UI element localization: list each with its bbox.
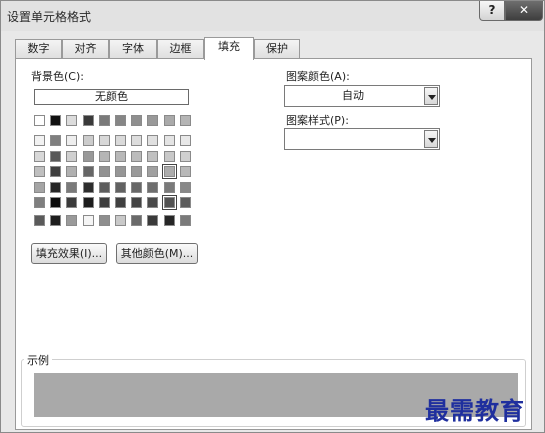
tint-swatch[interactable] <box>163 151 175 162</box>
tint-swatch[interactable] <box>66 182 78 193</box>
tint-swatch[interactable] <box>179 197 191 208</box>
fill-panel: 背景色(C): 无颜色 填充效果(I)... 其他颜色(M)... 图案颜色(A… <box>15 58 532 430</box>
tint-swatch[interactable] <box>131 197 143 208</box>
tint-swatch[interactable] <box>179 166 191 177</box>
tint-swatch[interactable] <box>66 151 78 162</box>
tint-swatch[interactable] <box>179 151 191 162</box>
tint-swatch[interactable] <box>179 135 191 146</box>
background-color-label: 背景色(C): <box>31 70 84 83</box>
tint-swatch[interactable] <box>82 135 94 146</box>
standard-swatch[interactable] <box>66 215 78 226</box>
standard-swatch[interactable] <box>131 215 143 226</box>
tab-font[interactable]: 字体 <box>109 39 157 59</box>
pattern-style-dropdown[interactable] <box>284 128 440 150</box>
tint-swatch[interactable] <box>34 135 45 146</box>
tint-swatch[interactable] <box>161 164 177 179</box>
tint-swatch[interactable] <box>50 182 62 193</box>
tint-swatch[interactable] <box>98 166 110 177</box>
standard-swatch[interactable] <box>98 215 110 226</box>
tint-swatch[interactable] <box>82 166 94 177</box>
pattern-color-dropdown[interactable]: 自动 <box>284 85 440 107</box>
tint-swatch[interactable] <box>50 197 62 208</box>
tint-swatch[interactable] <box>131 135 143 146</box>
standard-swatch[interactable] <box>179 215 191 226</box>
tint-swatch[interactable] <box>34 151 45 162</box>
standard-swatch[interactable] <box>50 215 62 226</box>
theme-swatch[interactable] <box>66 115 78 126</box>
theme-swatch[interactable] <box>50 115 62 126</box>
sample-label: 示例 <box>24 352 52 368</box>
theme-swatch[interactable] <box>98 115 110 126</box>
tab-protection[interactable]: 保护 <box>254 39 300 59</box>
theme-swatch[interactable] <box>34 115 45 126</box>
tint-swatch[interactable] <box>50 151 62 162</box>
tint-swatch[interactable] <box>66 166 78 177</box>
tint-swatch[interactable] <box>66 135 78 146</box>
tint-swatch[interactable] <box>115 135 126 146</box>
dialog-title: 设置单元格格式 <box>7 10 92 24</box>
tint-swatch[interactable] <box>131 166 143 177</box>
pattern-style-label: 图案样式(P): <box>286 114 349 127</box>
tint-swatch[interactable] <box>82 151 94 162</box>
tint-swatch[interactable] <box>34 182 45 193</box>
standard-swatch[interactable] <box>163 215 175 226</box>
format-cells-dialog: 设置单元格格式 ? ✕ 数字 对齐 字体 边框 填充 保护 背景色(C): 无颜… <box>0 0 545 433</box>
tint-swatch[interactable] <box>115 166 126 177</box>
pattern-style-value <box>285 129 421 149</box>
standard-swatch[interactable] <box>82 215 94 226</box>
tint-swatch[interactable] <box>82 197 94 208</box>
standard-swatch[interactable] <box>115 215 126 226</box>
tab-alignment[interactable]: 对齐 <box>62 39 109 59</box>
tint-swatch[interactable] <box>147 151 159 162</box>
tint-swatch[interactable] <box>98 151 110 162</box>
tab-fill[interactable]: 填充 <box>204 37 254 60</box>
tint-swatch[interactable] <box>98 135 110 146</box>
chevron-down-icon[interactable] <box>424 130 438 148</box>
theme-swatch[interactable] <box>179 115 191 126</box>
tint-swatch[interactable] <box>50 135 62 146</box>
tint-swatch[interactable] <box>131 182 143 193</box>
theme-swatch[interactable] <box>115 115 126 126</box>
title-bar: 设置单元格格式 ? ✕ <box>1 1 544 31</box>
theme-swatch[interactable] <box>131 115 143 126</box>
tint-swatch[interactable] <box>163 182 175 193</box>
pattern-color-value: 自动 <box>342 89 364 102</box>
tint-swatch[interactable] <box>115 182 126 193</box>
tint-swatch[interactable] <box>50 166 62 177</box>
help-button[interactable]: ? <box>479 1 505 21</box>
tint-swatch[interactable] <box>98 197 110 208</box>
theme-swatch[interactable] <box>82 115 94 126</box>
watermark-text: 最需教育 <box>425 396 525 425</box>
tab-number[interactable]: 数字 <box>15 39 62 59</box>
standard-swatch[interactable] <box>34 215 45 226</box>
tint-swatch[interactable] <box>34 166 45 177</box>
tint-swatch[interactable] <box>147 182 159 193</box>
tint-swatch[interactable] <box>66 197 78 208</box>
tint-swatch[interactable] <box>98 182 110 193</box>
tint-swatch[interactable] <box>82 182 94 193</box>
tint-swatch[interactable] <box>161 195 177 210</box>
close-button[interactable]: ✕ <box>505 1 543 21</box>
standard-swatch[interactable] <box>147 215 159 226</box>
pattern-color-label: 图案颜色(A): <box>286 70 350 83</box>
tint-swatch[interactable] <box>34 197 45 208</box>
tint-swatch[interactable] <box>163 135 175 146</box>
theme-swatch[interactable] <box>147 115 159 126</box>
tint-swatch[interactable] <box>115 197 126 208</box>
fill-effects-button[interactable]: 填充效果(I)... <box>31 243 107 264</box>
tint-swatch[interactable] <box>147 135 159 146</box>
no-color-button[interactable]: 无颜色 <box>34 89 189 105</box>
tint-swatch[interactable] <box>131 151 143 162</box>
tint-swatch[interactable] <box>115 151 126 162</box>
more-colors-button[interactable]: 其他颜色(M)... <box>116 243 198 264</box>
theme-swatch[interactable] <box>163 115 175 126</box>
chevron-down-icon[interactable] <box>424 87 438 105</box>
tint-swatch[interactable] <box>147 197 159 208</box>
tab-border[interactable]: 边框 <box>157 39 204 59</box>
tint-swatch[interactable] <box>179 182 191 193</box>
tint-swatch[interactable] <box>147 166 159 177</box>
